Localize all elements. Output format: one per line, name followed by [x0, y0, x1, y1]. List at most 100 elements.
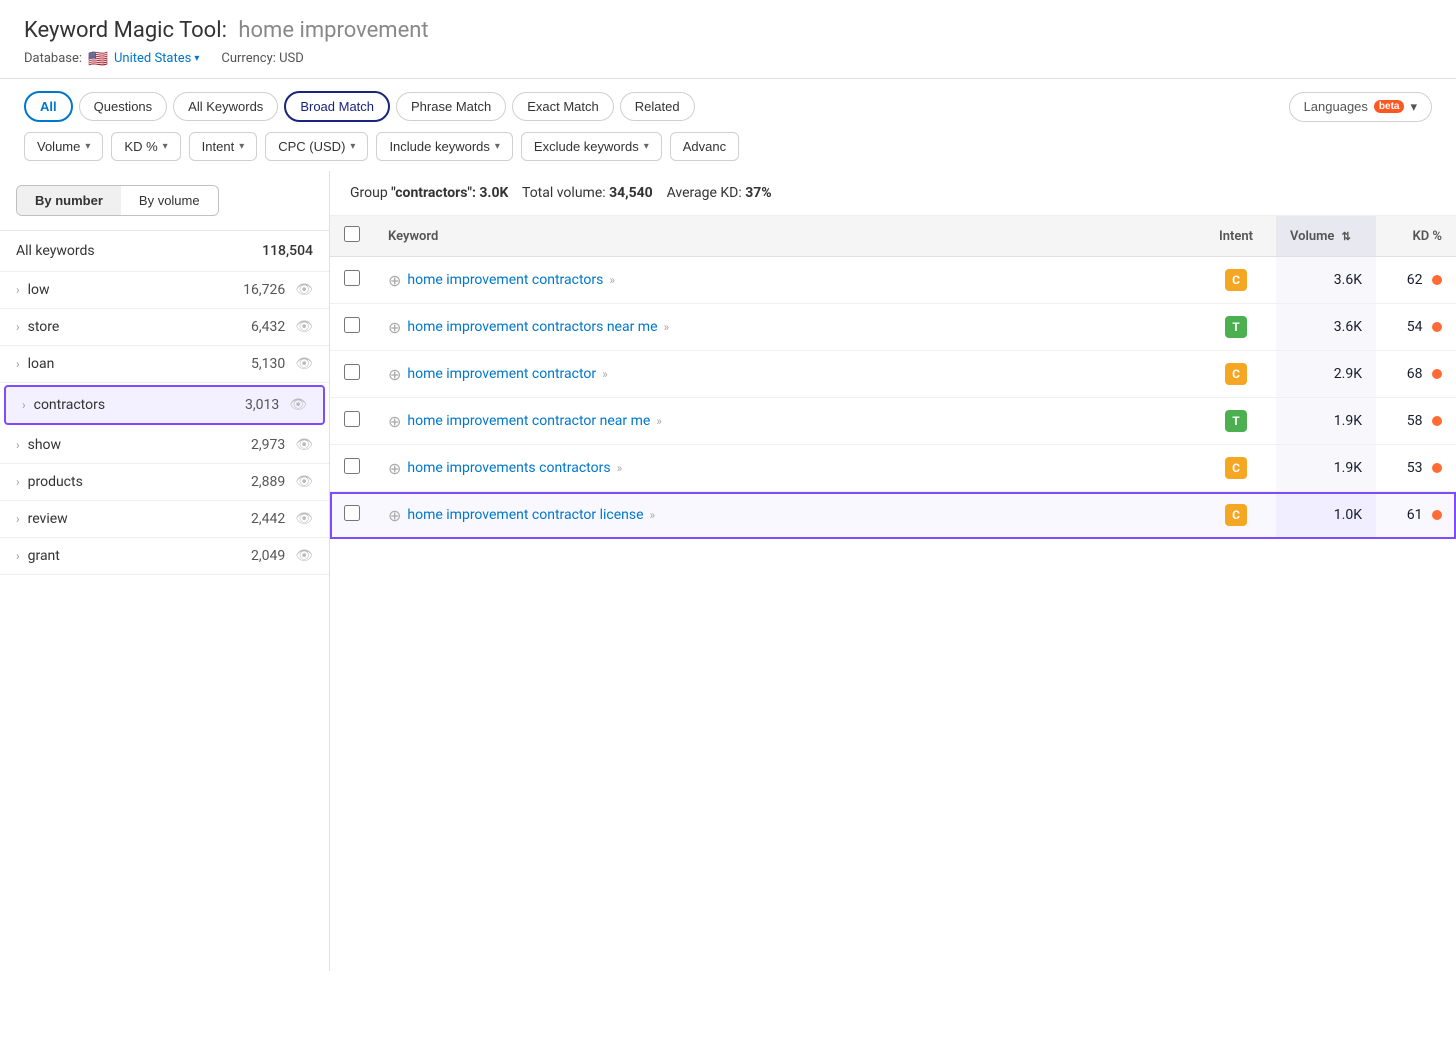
- intent-cell: T: [1196, 398, 1276, 445]
- sidebar-item-store[interactable]: › store 6,432 👁: [0, 309, 329, 346]
- keyword-cell: ⊕ home improvement contractors near me »: [374, 304, 1196, 351]
- tab-questions[interactable]: Questions: [79, 92, 168, 121]
- keyword-text: home improvement contractor near me: [407, 413, 650, 429]
- by-number-button[interactable]: By number: [17, 186, 121, 215]
- include-keywords-label: Include keywords: [389, 139, 489, 154]
- intent-label: Intent: [202, 139, 235, 154]
- tab-broad-match[interactable]: Broad Match: [284, 91, 390, 122]
- keyword-link[interactable]: ⊕ home improvement contractor »: [388, 365, 1182, 384]
- eye-icon[interactable]: 👁: [295, 511, 313, 527]
- eye-icon[interactable]: 👁: [295, 437, 313, 453]
- eye-icon[interactable]: 👁: [295, 548, 313, 564]
- tab-all-keywords[interactable]: All Keywords: [173, 92, 278, 121]
- row-checkbox[interactable]: [344, 458, 360, 474]
- flag-icon: 🇺🇸: [88, 49, 108, 68]
- tab-related[interactable]: Related: [620, 92, 695, 121]
- select-all-checkbox[interactable]: [344, 226, 360, 242]
- sidebar-item-label: products: [28, 474, 251, 490]
- exclude-keywords-filter[interactable]: Exclude keywords ▾: [521, 132, 662, 161]
- intent-badge: C: [1225, 363, 1247, 385]
- page-wrapper: Keyword Magic Tool: home improvement Dat…: [0, 0, 1456, 1061]
- col-kd[interactable]: KD %: [1376, 216, 1456, 257]
- filter-bar: Volume ▾ KD % ▾ Intent ▾ CPC (USD) ▾ Inc…: [0, 122, 1456, 171]
- tab-phrase-match[interactable]: Phrase Match: [396, 92, 506, 121]
- arrows-icon: »: [650, 508, 656, 522]
- chevron-right-icon: ›: [16, 320, 20, 334]
- sidebar-item-grant[interactable]: › grant 2,049 👁: [0, 538, 329, 575]
- advanced-filter[interactable]: Advanc: [670, 132, 739, 161]
- include-keywords-filter[interactable]: Include keywords ▾: [376, 132, 512, 161]
- sidebar-toggle: By number By volume: [16, 185, 219, 216]
- sidebar-item-contractors[interactable]: › contractors 3,013 👁: [4, 385, 325, 425]
- col-keyword[interactable]: Keyword: [374, 216, 1196, 257]
- intent-filter[interactable]: Intent ▾: [189, 132, 258, 161]
- row-checkbox[interactable]: [344, 505, 360, 521]
- col-checkbox: [330, 216, 374, 257]
- sidebar-item-low[interactable]: › low 16,726 👁: [0, 272, 329, 309]
- row-checkbox[interactable]: [344, 270, 360, 286]
- chevron-down-icon: ▾: [644, 141, 649, 152]
- eye-icon[interactable]: 👁: [295, 282, 313, 298]
- sidebar-item-count: 16,726: [243, 282, 285, 298]
- intent-badge: T: [1225, 410, 1247, 432]
- keyword-link[interactable]: ⊕ home improvement contractor license »: [388, 506, 1182, 525]
- keyword-link[interactable]: ⊕ home improvement contractors »: [388, 271, 1182, 290]
- col-volume[interactable]: Volume ⇅: [1276, 216, 1376, 257]
- chevron-right-icon: ›: [16, 357, 20, 371]
- chevron-right-icon: ›: [16, 475, 20, 489]
- col-intent[interactable]: Intent: [1196, 216, 1276, 257]
- keyword-link[interactable]: ⊕ home improvements contractors »: [388, 459, 1182, 478]
- group-stats: Group "contractors": 3.0K Total volume: …: [330, 171, 1456, 216]
- kd-label: KD %: [124, 139, 157, 154]
- row-checkbox-cell: [330, 492, 374, 539]
- sidebar-item-show[interactable]: › show 2,973 👁: [0, 427, 329, 464]
- cpc-filter[interactable]: CPC (USD) ▾: [265, 132, 368, 161]
- volume-filter[interactable]: Volume ▾: [24, 132, 103, 161]
- tab-all[interactable]: All: [24, 91, 73, 122]
- chevron-down-icon: ▾: [239, 141, 244, 152]
- row-checkbox-cell: [330, 304, 374, 351]
- eye-icon[interactable]: 👁: [295, 319, 313, 335]
- intent-badge: C: [1225, 269, 1247, 291]
- add-icon: ⊕: [388, 506, 401, 525]
- chevron-down-icon: ▾: [85, 141, 90, 152]
- kd-filter[interactable]: KD % ▾: [111, 132, 180, 161]
- sidebar-item-products[interactable]: › products 2,889 👁: [0, 464, 329, 501]
- table-row: ⊕ home improvements contractors » C 1.9K…: [330, 445, 1456, 492]
- eye-icon[interactable]: 👁: [295, 474, 313, 490]
- row-checkbox[interactable]: [344, 364, 360, 380]
- chevron-right-icon: ›: [22, 398, 26, 412]
- row-checkbox[interactable]: [344, 317, 360, 333]
- arrows-icon: »: [602, 367, 608, 381]
- chevron-down-icon: ▾: [350, 141, 355, 152]
- volume-label: Volume: [37, 139, 80, 154]
- add-icon: ⊕: [388, 459, 401, 478]
- header-meta: Database: 🇺🇸 United States ▾ Currency: U…: [24, 49, 1432, 68]
- keyword-cell: ⊕ home improvement contractors »: [374, 257, 1196, 304]
- chevron-right-icon: ›: [16, 549, 20, 563]
- arrows-icon: »: [617, 461, 623, 475]
- sidebar-item-loan[interactable]: › loan 5,130 👁: [0, 346, 329, 383]
- chevron-right-icon: ›: [16, 512, 20, 526]
- keyword-link[interactable]: ⊕ home improvement contractors near me »: [388, 318, 1182, 337]
- all-keywords-label: All keywords: [16, 243, 95, 259]
- languages-button[interactable]: Languages beta ▾: [1289, 92, 1432, 122]
- eye-icon[interactable]: 👁: [289, 397, 307, 413]
- chevron-right-icon: ›: [16, 283, 20, 297]
- keyword-link[interactable]: ⊕ home improvement contractor near me »: [388, 412, 1182, 431]
- main-content: By number By volume All keywords 118,504…: [0, 171, 1456, 971]
- database-link[interactable]: United States ▾: [114, 51, 199, 66]
- by-volume-button[interactable]: By volume: [121, 186, 218, 215]
- kd-cell: 68: [1376, 351, 1456, 398]
- search-query: home improvement: [238, 18, 428, 43]
- kd-indicator: [1432, 463, 1442, 473]
- tab-exact-match[interactable]: Exact Match: [512, 92, 614, 121]
- sidebar-item-label: show: [28, 437, 251, 453]
- total-volume: 34,540: [609, 185, 653, 201]
- eye-icon[interactable]: 👁: [295, 356, 313, 372]
- sidebar-item-review[interactable]: › review 2,442 👁: [0, 501, 329, 538]
- database-value: United States: [114, 51, 191, 66]
- keyword-text: home improvement contractor license: [407, 507, 643, 523]
- row-checkbox-cell: [330, 445, 374, 492]
- row-checkbox[interactable]: [344, 411, 360, 427]
